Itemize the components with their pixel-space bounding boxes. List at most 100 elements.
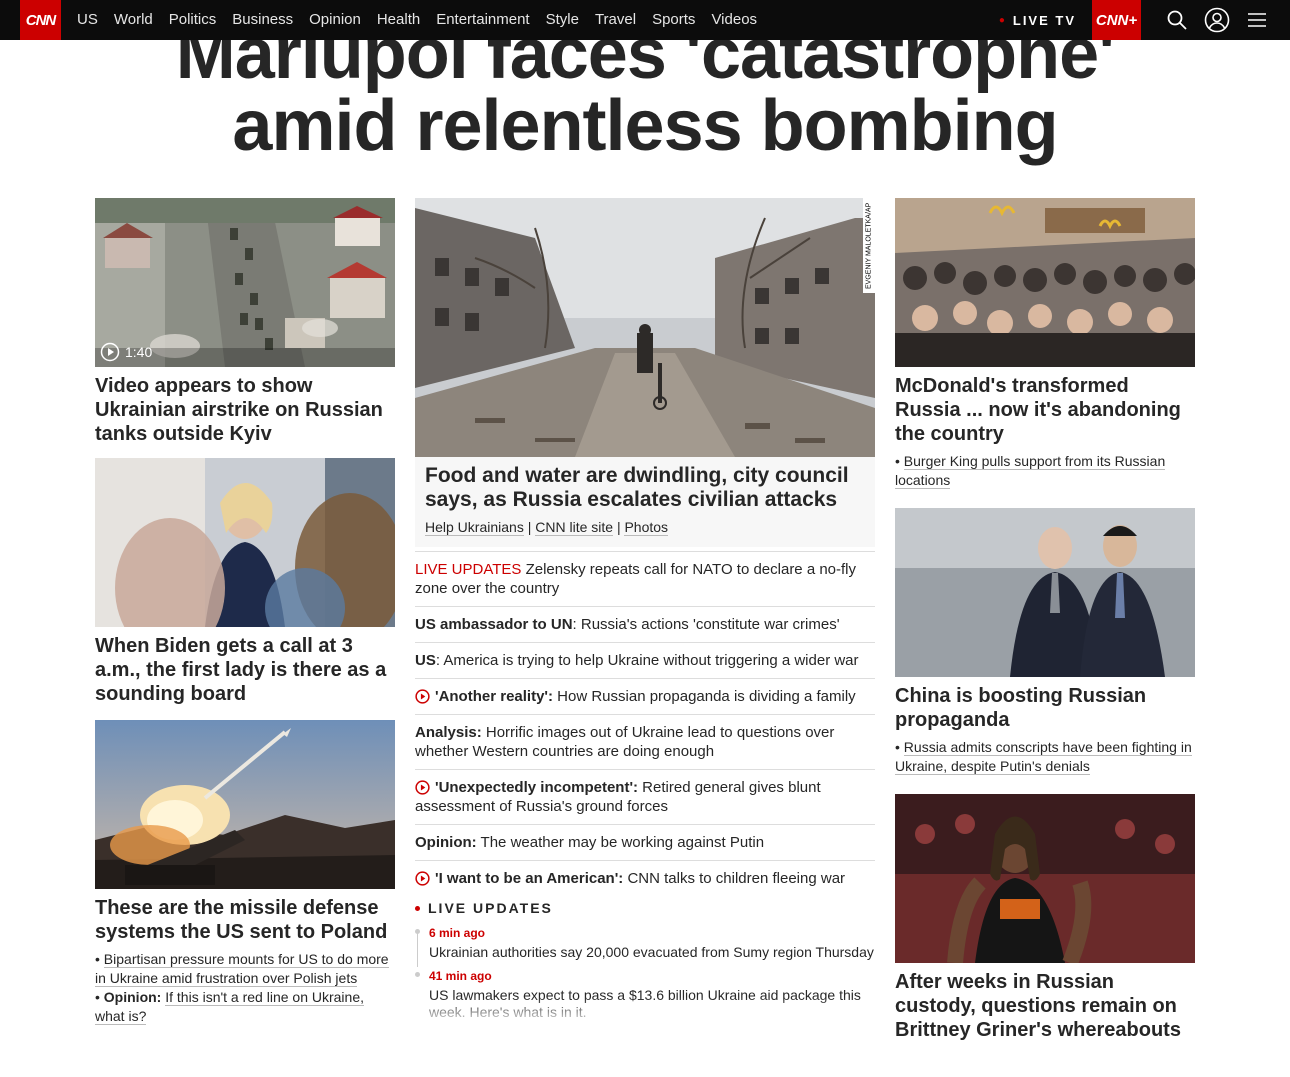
list-item-prefix: US ambassador to UN: [415, 616, 573, 633]
link-separator: |: [616, 519, 621, 535]
link-separator: |: [527, 519, 532, 535]
live-updates-title: LIVE UPDATES: [428, 900, 553, 916]
china-sub-link[interactable]: Russia admits conscripts have been fight…: [895, 739, 1192, 775]
nav-link-health[interactable]: Health: [377, 0, 420, 40]
live-updates-heading[interactable]: LIVE UPDATES: [415, 900, 875, 916]
video-play-icon: [415, 871, 430, 886]
nav-link-politics[interactable]: Politics: [169, 0, 217, 40]
list-item[interactable]: 'Unexpectedly incompetent': Retired gene…: [415, 769, 875, 824]
live-entry-time: 6 min ago: [429, 926, 486, 940]
cnn-logo[interactable]: CNN: [20, 0, 61, 40]
nav-link-sports[interactable]: Sports: [652, 0, 695, 40]
biden-headline[interactable]: When Biden gets a call at 3 a.m., the fi…: [95, 634, 395, 706]
story-card-mcdonalds[interactable]: McDonald's transformed Russia ... now it…: [895, 198, 1195, 490]
story-card-biden[interactable]: When Biden gets a call at 3 a.m., the fi…: [95, 458, 395, 706]
list-item-prefix: Analysis:: [415, 724, 482, 741]
story-card-missile[interactable]: These are the missile defense systems th…: [95, 720, 395, 1026]
menu-icon[interactable]: [1237, 0, 1277, 40]
list-item-text: How Russian propaganda is dividing a fam…: [553, 688, 856, 705]
nav-link-videos[interactable]: Videos: [711, 0, 757, 40]
list-item-text: CNN talks to children fleeing war: [623, 870, 846, 887]
griner-photo[interactable]: [895, 794, 1195, 963]
airstrike-video-thumbnail[interactable]: 1:40: [95, 198, 395, 367]
missile-sub-1-link[interactable]: Bipartisan pressure mounts for US to do …: [95, 951, 389, 987]
list-item[interactable]: US: America is trying to help Ukraine wi…: [415, 642, 875, 678]
missile-headline[interactable]: These are the missile defense systems th…: [95, 896, 395, 944]
headline-line2[interactable]: amid relentless bombing: [0, 90, 1290, 162]
putin-xi-photo[interactable]: [895, 508, 1195, 677]
nav-link-opinion[interactable]: Opinion: [309, 0, 361, 40]
top-nav: CNN US World Politics Business Opinion H…: [0, 0, 1290, 40]
list-item[interactable]: LIVE UPDATES Zelensky repeats call for N…: [415, 551, 875, 606]
video-duration-badge: 1:40: [100, 342, 152, 362]
live-entry[interactable]: 6 min ago Ukrainian authorities say 20,0…: [415, 926, 875, 967]
list-item-prefix: US: [415, 652, 436, 669]
video-duration: 1:40: [125, 344, 153, 360]
photo-credit: EVGENIY MALOLETKA/AP: [863, 198, 875, 293]
missile-sub-1[interactable]: • Bipartisan pressure mounts for US to d…: [95, 950, 395, 988]
mcdonalds-headline[interactable]: McDonald's transformed Russia ... now it…: [895, 374, 1195, 446]
list-item[interactable]: Opinion: The weather may be working agai…: [415, 824, 875, 860]
live-dot-icon: ●: [998, 14, 1007, 26]
video-play-icon: [415, 780, 430, 795]
cnn-plus-button[interactable]: CNN+: [1092, 0, 1141, 40]
middle-column: EVGENIY MALOLETKA/AP Food and water are …: [415, 198, 875, 1027]
airstrike-headline[interactable]: Video appears to show Ukrainian airstrik…: [95, 374, 395, 446]
list-item-text: : America is trying to help Ukraine with…: [435, 652, 859, 669]
nav-link-business[interactable]: Business: [232, 0, 293, 40]
list-item-text: The weather may be working against Putin: [476, 834, 765, 851]
live-updates-label: LIVE UPDATES: [415, 561, 522, 578]
list-item-text: : Russia's actions 'constitute war crime…: [572, 616, 840, 633]
list-item[interactable]: 'I want to be an American': CNN talks to…: [415, 860, 875, 896]
help-ukrainians-link[interactable]: Help Ukrainians: [425, 519, 524, 536]
nav-link-travel[interactable]: Travel: [595, 0, 636, 40]
list-item-prefix: 'I want to be an American':: [435, 870, 624, 887]
play-icon: [100, 342, 120, 362]
related-stories-list: LIVE UPDATES Zelensky repeats call for N…: [415, 551, 875, 896]
nav-links: US World Politics Business Opinion Healt…: [77, 0, 773, 40]
list-item-prefix: Opinion:: [415, 834, 477, 851]
timeline-bullet: [415, 972, 420, 977]
china-sub[interactable]: • Russia admits conscripts have been fig…: [895, 738, 1195, 776]
mcdonalds-sub-link[interactable]: Burger King pulls support from its Russi…: [895, 453, 1166, 489]
hero-story[interactable]: Food and water are dwindling, city counc…: [415, 457, 875, 547]
live-entry-time: 41 min ago: [429, 969, 492, 983]
missile-sub-2[interactable]: • Opinion: If this isn't a red line on U…: [95, 988, 395, 1026]
photos-link[interactable]: Photos: [624, 519, 669, 536]
story-card-griner[interactable]: After weeks in Russian custody, question…: [895, 794, 1195, 1042]
list-item-prefix: 'Unexpectedly incompetent':: [435, 779, 639, 796]
live-dot-icon: [415, 905, 420, 911]
hero-links: Help Ukrainians | CNN lite site | Photos: [425, 519, 865, 536]
live-tv-link[interactable]: ● LIVE TV: [999, 13, 1076, 28]
list-item[interactable]: US ambassador to UN: Russia's actions 'c…: [415, 606, 875, 642]
opinion-label: Opinion:: [103, 989, 162, 1005]
nav-link-us[interactable]: US: [77, 0, 98, 40]
headline-line1[interactable]: Mariupol faces 'catastrophe': [0, 40, 1290, 90]
live-tv-label: LIVE TV: [1012, 12, 1076, 28]
mcdonalds-photo[interactable]: [895, 198, 1195, 367]
feed-fade-overlay: [415, 997, 875, 1027]
griner-headline[interactable]: After weeks in Russian custody, question…: [895, 970, 1195, 1042]
hero-headline[interactable]: Food and water are dwindling, city counc…: [425, 464, 865, 512]
timeline-bullet: [415, 929, 420, 934]
nav-link-world[interactable]: World: [114, 0, 153, 40]
search-icon[interactable]: [1157, 0, 1197, 40]
missile-photo[interactable]: [95, 720, 395, 889]
list-item-prefix: 'Another reality':: [435, 688, 553, 705]
right-column: McDonald's transformed Russia ... now it…: [895, 198, 1195, 1056]
mcdonalds-sub[interactable]: • Burger King pulls support from its Rus…: [895, 452, 1195, 490]
biden-photo[interactable]: [95, 458, 395, 627]
story-card-airstrike[interactable]: 1:40 Video appears to show Ukrainian air…: [95, 198, 395, 446]
mariupol-hero-photo[interactable]: EVGENIY MALOLETKA/AP: [415, 198, 875, 457]
left-column: 1:40 Video appears to show Ukrainian air…: [95, 198, 395, 1040]
live-entry-text[interactable]: Ukrainian authorities say 20,000 evacuat…: [429, 944, 875, 961]
nav-link-entertainment[interactable]: Entertainment: [436, 0, 529, 40]
nav-link-style[interactable]: Style: [546, 0, 579, 40]
cnn-lite-link[interactable]: CNN lite site: [535, 519, 614, 536]
account-icon[interactable]: [1197, 0, 1237, 40]
headline-banner: Mariupol faces 'catastrophe' amid relent…: [0, 40, 1290, 180]
list-item[interactable]: Analysis: Horrific images out of Ukraine…: [415, 714, 875, 769]
china-headline[interactable]: China is boosting Russian propaganda: [895, 684, 1195, 732]
list-item[interactable]: 'Another reality': How Russian propagand…: [415, 678, 875, 714]
story-card-china[interactable]: China is boosting Russian propaganda • R…: [895, 508, 1195, 776]
